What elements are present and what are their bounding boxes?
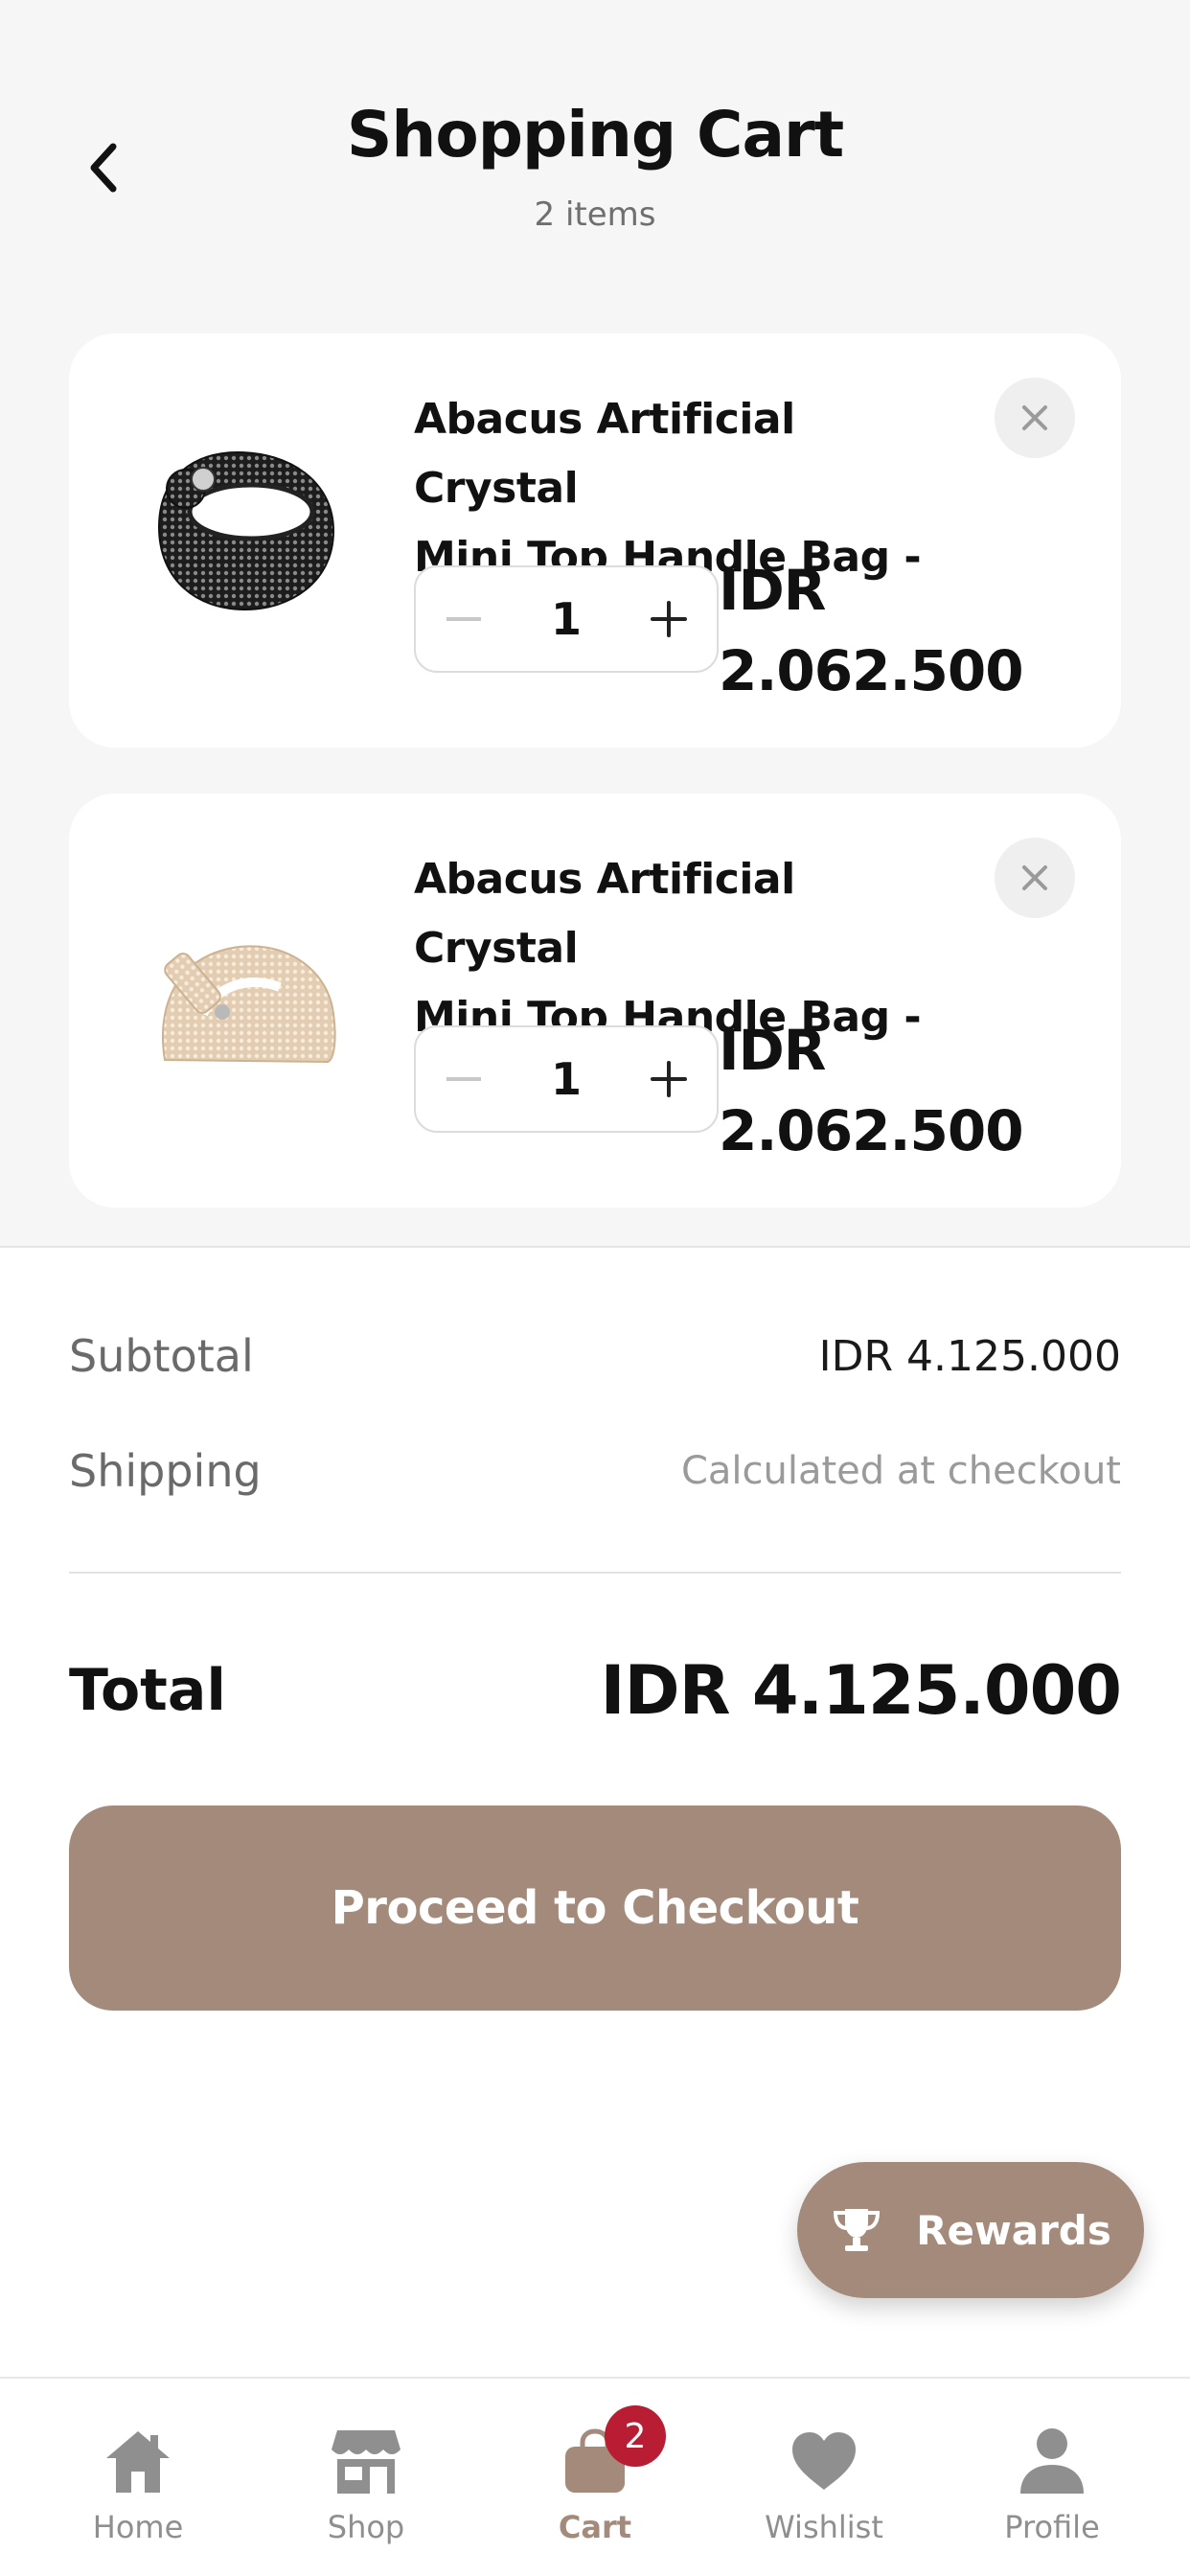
shop-icon — [332, 2430, 400, 2494]
page-title: Shopping Cart — [346, 98, 844, 172]
proceed-to-checkout-button[interactable]: Proceed to Checkout — [69, 1806, 1121, 2011]
rewards-button[interactable]: Rewards — [797, 2162, 1144, 2298]
cart-item-card: Abacus Artificial Crystal Mini Top Handl… — [69, 334, 1121, 748]
plus-icon — [651, 1061, 687, 1097]
nav-item-cart[interactable]: 2 Cart — [480, 2379, 710, 2576]
product-image[interactable] — [146, 439, 347, 621]
shipping-row: Shipping Calculated at checkout — [69, 1438, 1121, 1505]
bottom-navigation: Home Shop 2 Cart Wishlist Profile — [0, 2377, 1190, 2576]
cart-count-badge: 2 — [605, 2405, 666, 2467]
decrease-quantity-button[interactable] — [416, 1027, 512, 1131]
remove-item-button[interactable] — [995, 838, 1075, 918]
profile-icon — [1020, 2428, 1084, 2494]
nav-item-profile[interactable]: Profile — [937, 2379, 1167, 2576]
minus-icon — [446, 1077, 481, 1081]
nav-label: Shop — [327, 2509, 405, 2545]
remove-item-button[interactable] — [995, 378, 1075, 458]
summary-divider — [69, 1572, 1121, 1574]
total-value: IDR 4.125.000 — [600, 1651, 1122, 1730]
nav-item-shop[interactable]: Shop — [251, 2379, 481, 2576]
quantity-stepper: 1 — [414, 565, 719, 673]
product-price: IDR 2.062.500 — [719, 558, 1024, 703]
product-price: IDR 2.062.500 — [719, 1018, 1024, 1163]
subtotal-value: IDR 4.125.000 — [818, 1331, 1121, 1381]
total-label: Total — [69, 1657, 226, 1724]
nav-item-wishlist[interactable]: Wishlist — [709, 2379, 939, 2576]
cart-item-card: Abacus Artificial Crystal Mini Top Handl… — [69, 794, 1121, 1208]
increase-quantity-button[interactable] — [621, 1027, 717, 1131]
total-row: Total IDR 4.125.000 — [69, 1644, 1122, 1736]
product-image[interactable] — [146, 899, 347, 1081]
quantity-value: 1 — [550, 593, 582, 645]
plus-icon — [651, 601, 687, 637]
home-icon — [106, 2431, 170, 2493]
subtotal-row: Subtotal IDR 4.125.000 — [69, 1322, 1121, 1390]
nav-label: Cart — [558, 2509, 632, 2545]
shipping-value: Calculated at checkout — [680, 1449, 1121, 1493]
heart-icon — [792, 2432, 856, 2490]
rewards-label: Rewards — [916, 2206, 1111, 2254]
shipping-label: Shipping — [69, 1445, 262, 1497]
minus-icon — [446, 617, 481, 621]
increase-quantity-button[interactable] — [621, 567, 717, 671]
quantity-value: 1 — [550, 1053, 582, 1105]
nav-label: Profile — [1004, 2509, 1100, 2545]
subtotal-label: Subtotal — [69, 1330, 254, 1382]
nav-label: Home — [92, 2509, 184, 2545]
nav-label: Wishlist — [765, 2509, 883, 2545]
close-icon — [1022, 865, 1047, 890]
nav-item-home[interactable]: Home — [23, 2379, 253, 2576]
decrease-quantity-button[interactable] — [416, 567, 512, 671]
quantity-stepper: 1 — [414, 1025, 719, 1133]
item-count: 2 items — [534, 196, 656, 234]
close-icon — [1022, 405, 1047, 430]
trophy-icon — [834, 2209, 881, 2251]
